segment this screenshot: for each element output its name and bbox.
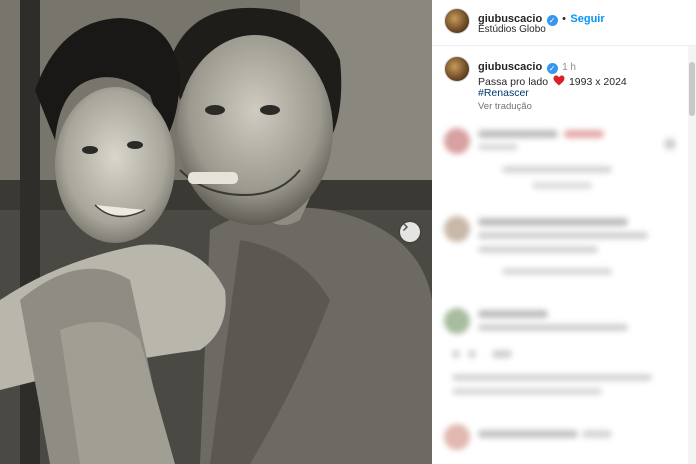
separator-dot: • [562,13,566,25]
red-heart-icon [553,75,564,86]
hashtag-link[interactable]: #Renascer [478,87,529,99]
location-link[interactable]: Estúdios Globo [478,24,546,35]
avatar[interactable] [444,8,470,34]
see-translation-button[interactable]: Ver tradução [478,101,532,112]
follow-button[interactable]: Seguir [570,13,604,25]
caption-years: 1993 x 2024 [568,76,627,88]
caption-avatar[interactable] [444,56,470,82]
verified-badge-icon: ✓ [546,15,558,26]
post-header: giubuscacio ✓ • Seguir Estúdios Globo [432,0,696,46]
carousel-next-button[interactable] [400,222,420,242]
post-side-panel: giubuscacio ✓ • Seguir Estúdios Globo gi… [432,0,696,464]
chevron-right-icon [402,222,409,232]
post-photo [0,0,432,464]
scrollbar-thumb[interactable] [689,62,695,116]
vintage-couple-photo [0,0,432,464]
blurred-comments [432,118,688,464]
